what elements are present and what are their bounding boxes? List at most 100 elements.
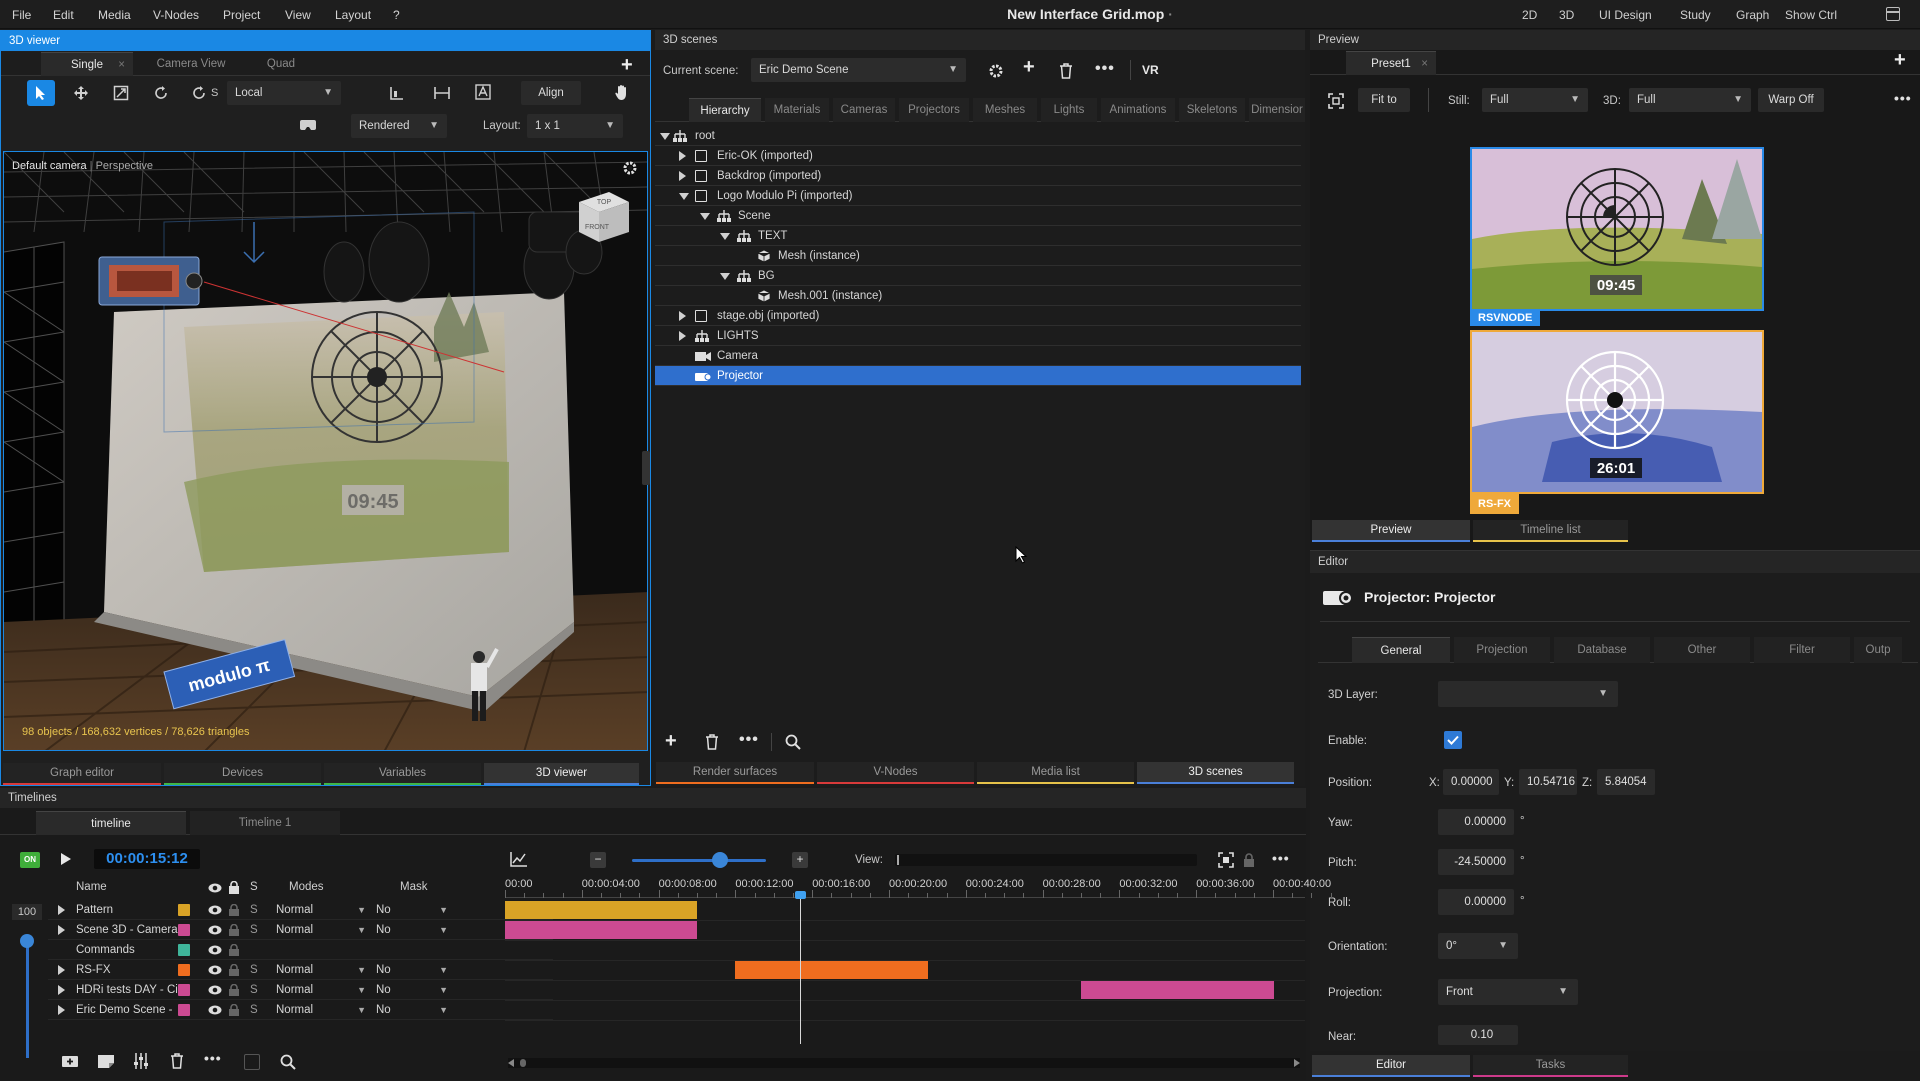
move-tool-button[interactable] [67, 80, 95, 106]
tab-variables[interactable]: Variables [324, 763, 481, 785]
tab-preset1[interactable]: Preset1 × [1346, 51, 1436, 75]
track-row[interactable]: Eric Demo Scene - S Normal ▼ No ▼ [48, 1000, 553, 1020]
tab-media-list[interactable]: Media list [977, 762, 1134, 784]
collapse-handle[interactable] [642, 451, 650, 485]
track-color[interactable] [178, 984, 190, 996]
zoom-slider-track[interactable] [632, 859, 766, 862]
tree-node-scene[interactable]: Scene [655, 206, 1301, 226]
tab-lights[interactable]: Lights [1041, 98, 1097, 122]
tab-v-nodes[interactable]: V-Nodes [817, 762, 974, 784]
still-select[interactable]: Full ▼ [1482, 88, 1588, 112]
track-solo[interactable]: S [250, 1000, 258, 1020]
select-tool-button[interactable] [27, 80, 55, 106]
workspace-graph[interactable]: Graph [1736, 8, 1769, 22]
tab-3d-viewer[interactable]: 3D viewer [484, 763, 639, 785]
track-mode-select[interactable]: Normal ▼ [276, 902, 370, 918]
near-field[interactable]: 0.10 [1438, 1025, 1518, 1045]
tab-projectors[interactable]: Projectors [899, 98, 969, 122]
enable-checkbox[interactable] [1444, 731, 1462, 749]
rotate-tool-button[interactable] [147, 80, 175, 106]
track-height-field[interactable]: 100 [12, 904, 42, 920]
timeline-clip[interactable] [735, 961, 928, 979]
tab-other[interactable]: Other [1654, 637, 1750, 663]
preview-rsvnode[interactable]: 09:45 [1470, 147, 1764, 311]
timeline-clip[interactable] [1081, 981, 1274, 999]
tab-hierarchy[interactable]: Hierarchy [689, 98, 761, 122]
visibility-eye-icon[interactable] [208, 905, 222, 915]
fit-to-button[interactable]: Fit to [1358, 88, 1410, 112]
layout-select[interactable]: 1 x 1 ▼ [527, 114, 623, 138]
timeline-on-toggle[interactable]: ON [20, 852, 40, 868]
visibility-eye-icon[interactable] [208, 965, 222, 975]
3d-select[interactable]: Full ▼ [1629, 88, 1751, 112]
tab-camera-view[interactable]: Camera View [141, 52, 241, 76]
workspace-2d[interactable]: 2D [1522, 8, 1537, 22]
timeline-horizontal-scrollbar[interactable] [508, 1058, 1300, 1068]
expand-arrow-icon[interactable] [58, 1005, 65, 1015]
add-note-icon[interactable] [98, 1054, 114, 1068]
track-mode-select[interactable]: Normal ▼ [276, 922, 370, 938]
scene-more-icon[interactable]: ••• [1095, 60, 1115, 78]
preview-more-icon[interactable]: ••• [1894, 90, 1912, 106]
tab-timeline[interactable]: timeline [36, 811, 186, 835]
tree-node-logo[interactable]: Logo Modulo Pi (imported) [655, 186, 1301, 206]
tab-tasks[interactable]: Tasks [1473, 1055, 1628, 1077]
visibility-eye-icon[interactable] [208, 985, 222, 995]
tab-database[interactable]: Database [1554, 637, 1650, 663]
track-row[interactable]: HDRi tests DAY - Ci S Normal ▼ No ▼ [48, 980, 553, 1000]
expand-arrow-icon[interactable] [58, 905, 65, 915]
text-annotation-icon[interactable] [475, 84, 491, 100]
track-search-icon[interactable] [280, 1054, 296, 1070]
preview-rsfx[interactable]: 26:01 [1470, 330, 1764, 494]
scene-settings-icon[interactable] [988, 63, 1004, 79]
position-x-field[interactable]: 0.00000 [1443, 769, 1499, 795]
track-solo[interactable]: S [250, 980, 258, 1000]
zoom-slider-handle[interactable] [712, 852, 728, 868]
mixer-icon[interactable] [134, 1053, 148, 1069]
menu-media[interactable]: Media [98, 8, 131, 22]
tree-node-backdrop[interactable]: Backdrop (imported) [655, 166, 1301, 186]
vr-button[interactable]: VR [1142, 63, 1159, 77]
track-mode-select[interactable]: Normal ▼ [276, 962, 370, 978]
lock-icon[interactable] [1244, 853, 1254, 867]
measure-icon[interactable] [433, 85, 451, 101]
expand-arrow-icon[interactable] [58, 965, 65, 975]
align-button[interactable]: Align [521, 81, 581, 105]
track-color-swatch[interactable] [244, 1054, 260, 1070]
tree-node-mesh001[interactable]: Mesh.001 (instance) [655, 286, 1301, 306]
tab-general[interactable]: General [1352, 637, 1450, 663]
visibility-eye-icon[interactable] [208, 945, 222, 955]
track-height-handle[interactable] [20, 934, 34, 948]
scale-tool-button[interactable] [107, 80, 135, 106]
vr-headset-icon[interactable] [299, 119, 317, 131]
tab-preview[interactable]: Preview [1312, 520, 1470, 542]
tab-editor[interactable]: Editor [1312, 1055, 1470, 1077]
add-preset-button[interactable]: + [1894, 49, 1906, 72]
snap-rotate-button[interactable] [185, 80, 213, 106]
track-lock-icon[interactable] [229, 984, 239, 996]
timeline-clip[interactable] [505, 901, 697, 919]
track-mask-select[interactable]: No ▼ [376, 922, 452, 938]
track-row[interactable]: RS-FX S Normal ▼ No ▼ [48, 960, 553, 980]
visibility-eye-icon[interactable] [208, 925, 222, 935]
tree-node-stage[interactable]: stage.obj (imported) [655, 306, 1301, 326]
tab-filter[interactable]: Filter [1754, 637, 1850, 663]
workspace-ui-design[interactable]: UI Design [1599, 8, 1652, 22]
delete-scene-icon[interactable] [1059, 63, 1073, 79]
track-color[interactable] [178, 904, 190, 916]
viewport-3d[interactable]: 09:45 TOP FRONT modulo π Default camera … [3, 151, 648, 751]
track-lock-icon[interactable] [229, 1004, 239, 1016]
projection-select[interactable]: Front ▼ [1438, 979, 1578, 1005]
track-lock-icon[interactable] [229, 924, 239, 936]
orientation-select[interactable]: 0° ▼ [1438, 933, 1518, 959]
tab-devices[interactable]: Devices [164, 763, 321, 785]
tree-node-eric[interactable]: Eric-OK (imported) [655, 146, 1301, 166]
clip-area[interactable] [505, 900, 1305, 1030]
tab-projection[interactable]: Projection [1454, 637, 1550, 663]
tab-quad[interactable]: Quad [251, 52, 311, 76]
track-mode-select[interactable]: Normal ▼ [276, 982, 370, 998]
space-select[interactable]: Local ▼ [227, 81, 341, 105]
position-z-field[interactable]: 5.84054 [1597, 769, 1655, 795]
align-bottom-icon[interactable] [389, 85, 405, 101]
tab-timeline-list[interactable]: Timeline list [1473, 520, 1628, 542]
